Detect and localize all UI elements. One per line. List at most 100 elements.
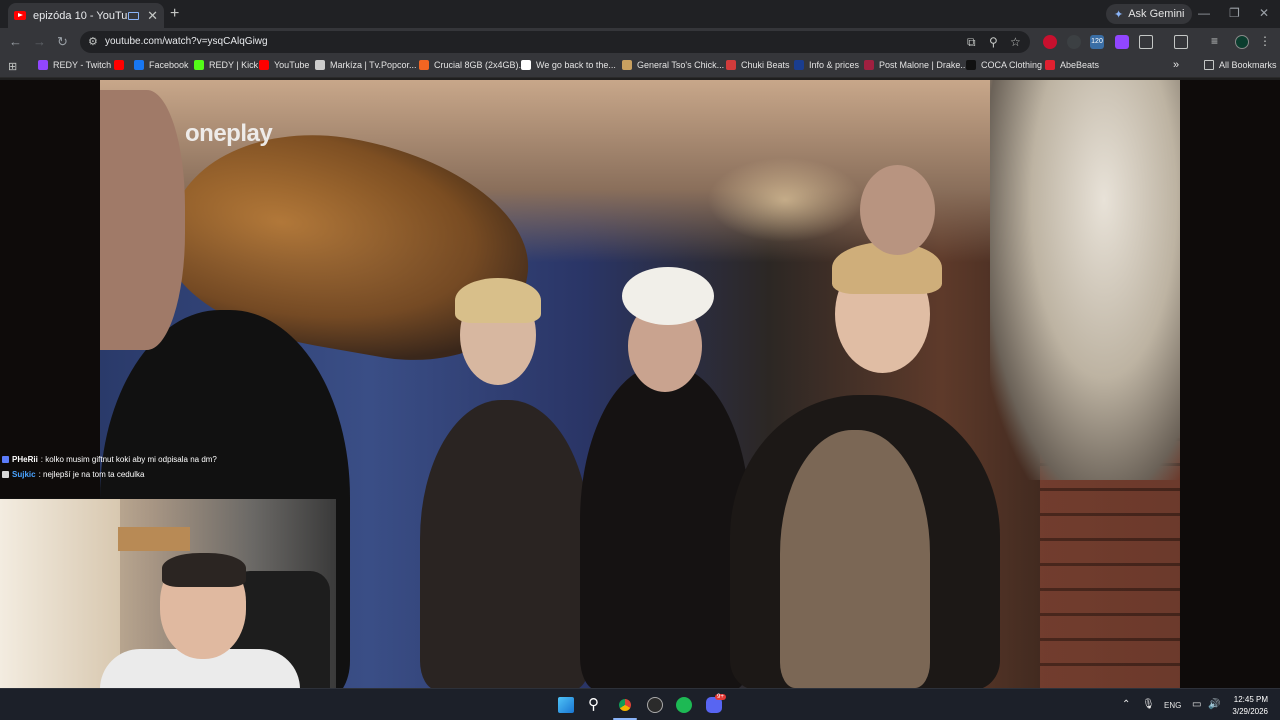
bookmark-label: AbeBeats [1060,60,1100,70]
bookmark-item[interactable]: Crucial 8GB (2x4GB)... [419,60,526,70]
bookmark-label: YouTube [274,60,310,70]
b-icon [794,60,804,70]
reload-icon[interactable]: ↻ [57,34,68,50]
bookmark-label: REDY | Kick [209,60,259,70]
tab-title: epizóda 10 - YouTube [33,9,128,22]
all-bookmarks-button[interactable]: All Bookmarks [1204,60,1277,70]
bookmark-label: Facebook [149,60,189,70]
bookmark-label: Chuki Beats [741,60,790,70]
apron [780,430,930,688]
extension-counter-icon[interactable]: 120 [1090,35,1104,49]
language-indicator[interactable]: ENG [1164,701,1181,710]
man-background-head [860,165,935,255]
bookmark-item[interactable]: Post Malone | Drake... [864,60,968,70]
discord-badge: 9+ [715,694,726,700]
tray-overflow-icon[interactable]: ⌃ [1122,699,1130,710]
side-panel-icon[interactable] [1174,35,1188,49]
site-settings-icon[interactable]: ⚙ [88,35,98,48]
bookmark-item[interactable]: Chuki Beats [726,60,790,70]
all-bookmarks-label: All Bookmarks [1219,60,1277,70]
volume-icon[interactable]: 🔊 [1208,699,1220,710]
browser-toolbar: ← → ↻ ⚙ youtube.com/watch?v=ysqCAlqGiwg … [0,28,1280,56]
bookmark-label: REDY - Twitch [53,60,112,70]
window-close-icon[interactable]: ✕ [1259,6,1269,20]
taskbar: ⚲ 9+ ⌃ 🎙 ENG ▭ 🔊 12:45 PM 3/29/2026 [0,688,1280,720]
bookmark-label: We go back to the... [536,60,616,70]
bookmark-item[interactable]: We go back to the... [521,60,616,70]
chat-username: PHeRii [12,455,38,464]
bookmark-label: General Tso's Chick... [637,60,725,70]
oneplay-watermark: oneplay [185,120,273,147]
network-icon[interactable]: ▭ [1192,699,1201,710]
recipe-icon [622,60,632,70]
youtube-icon [259,60,269,70]
bookmark-item[interactable]: Info & prices [794,60,859,70]
url-text[interactable]: youtube.com/watch?v=ysqCAlqGiwg [105,36,268,47]
cast-icon[interactable] [128,11,140,20]
chat-message: PHeRii: kolko musim giftnut koki aby mi … [2,452,217,467]
bookmarks-overflow-icon[interactable]: » [1173,59,1179,71]
webcam-window-curtain [0,499,120,688]
chef-woman [580,365,750,688]
system-clock[interactable]: 12:45 PM 3/29/2026 [1224,694,1268,718]
facebook-icon [134,60,144,70]
back-icon[interactable]: ← [9,34,22,49]
bookmark-item[interactable]: COCA Clothing [966,60,1042,70]
tab-search-icon[interactable]: ≡ [1211,35,1225,49]
extensions-puzzle-icon[interactable] [1139,35,1153,49]
video-player[interactable]: oneplay PHeRii: kolko musim giftnut koki… [0,80,1280,688]
google-icon [521,60,531,70]
globe-icon [315,60,325,70]
music-icon [864,60,874,70]
search-icon[interactable]: ⚲ [588,697,604,713]
chat-badge-icon [2,456,9,463]
bookmark-item[interactable]: Markíza | Tv.Popcor... [315,60,417,70]
chef-hat [622,267,714,325]
bookmark-item[interactable]: Facebook [134,60,189,70]
spotify-icon[interactable] [676,697,692,713]
ask-gemini-button[interactable]: ✦ Ask Gemini [1106,4,1193,24]
install-app-icon[interactable]: ⧉ [967,35,976,50]
tab-active[interactable]: epizóda 10 - YouTube ✕ [8,3,164,28]
extension-red-icon[interactable] [1043,35,1057,49]
restore-icon[interactable]: ❐ [1229,6,1240,20]
chat-text: : nejlepší je na tom ta cedulka [38,470,145,479]
bookmark-item[interactable]: REDY - Twitch [38,60,111,70]
bookmark-item[interactable]: YouTube [259,60,309,70]
fur-decoration [990,80,1180,480]
chat-overlay: PHeRii: kolko musim giftnut koki aby mi … [2,452,217,482]
youtube-icon [114,60,124,70]
menu-kebab-icon[interactable]: ⋮ [1259,35,1273,49]
apps-grid-icon[interactable]: ⊞ [8,60,17,73]
profile-avatar[interactable] [1235,35,1249,49]
windows-start-icon[interactable] [558,697,574,713]
chrome-icon[interactable] [617,697,633,713]
bookmark-label: Post Malone | Drake... [879,60,968,70]
microphone-icon[interactable]: 🎙 [1142,699,1155,710]
obs-icon[interactable] [647,697,663,713]
close-icon[interactable]: ✕ [147,8,158,24]
bookmark-star-icon[interactable]: ☆ [1010,35,1021,49]
chuki-icon [726,60,736,70]
extension-arrow-icon[interactable] [1067,35,1081,49]
bookmark-item[interactable]: General Tso's Chick... [622,60,724,70]
zoom-icon[interactable]: ⚲ [989,35,998,49]
bookmark-label: Markíza | Tv.Popcor... [330,60,417,70]
crucial-icon [419,60,429,70]
chat-badge-icon [2,471,9,478]
gemini-icon: ✦ [1114,8,1124,21]
coca-icon [966,60,976,70]
bookmark-item[interactable]: AbeBeats [1045,60,1099,70]
tab-strip: epizóda 10 - YouTube ✕ + ✦ Ask Gemini — … [0,0,1280,28]
bookmark-item[interactable] [114,60,129,70]
kick-icon [194,60,204,70]
address-bar[interactable]: ⚙ youtube.com/watch?v=ysqCAlqGiwg ⧉ ⚲ ☆ [80,31,1030,53]
new-tab-button[interactable]: + [170,5,179,23]
twitch-extension-icon[interactable] [1115,35,1129,49]
forward-icon[interactable]: → [33,34,46,49]
bookmark-item[interactable]: REDY | Kick [194,60,258,70]
minimize-icon[interactable]: — [1198,6,1210,20]
abebeats-icon [1045,60,1055,70]
chat-text: : kolko musim giftnut koki aby mi odpisa… [40,455,217,464]
man-head [100,90,185,350]
